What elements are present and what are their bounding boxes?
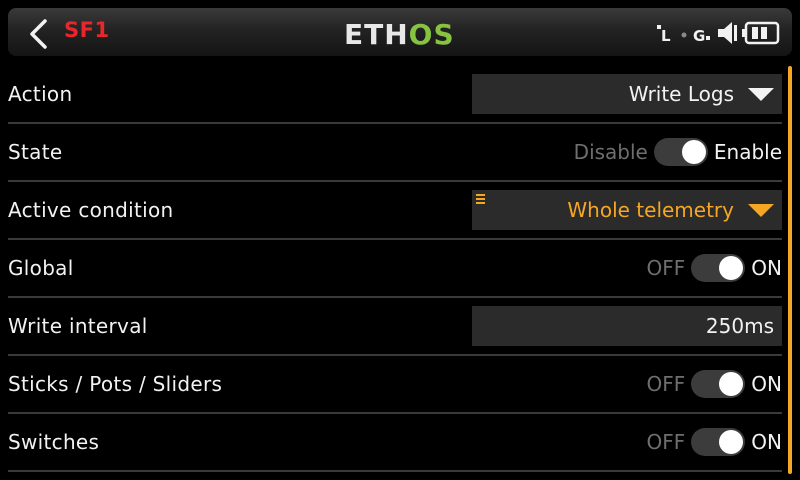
row-label: Write interval [8, 314, 148, 338]
write-interval-value: 250ms [705, 314, 774, 338]
toggle-switch[interactable] [691, 254, 746, 282]
state-toggle[interactable]: Disable Enable [574, 136, 782, 168]
active-condition-value: Whole telemetry [567, 198, 734, 222]
row-sticks-pots-sliders: Sticks / Pots / Sliders OFF ON [8, 356, 782, 414]
gps-g-icon: G [693, 27, 710, 44]
options-menu-icon[interactable] [476, 194, 485, 204]
active-condition-dropdown[interactable]: Whole telemetry [472, 190, 782, 230]
toggle-on-label: ON [751, 430, 782, 454]
settings-list: Action Write Logs State Disable Enable A… [0, 66, 788, 472]
header-bar: SF1 ETHOS L G [8, 8, 792, 56]
switches-toggle[interactable]: OFF ON [647, 426, 782, 458]
row-label: Action [8, 82, 73, 106]
svg-text:L: L [661, 27, 671, 44]
back-button[interactable] [18, 14, 58, 54]
toggle-switch[interactable] [691, 428, 746, 456]
row-label: Global [8, 256, 74, 280]
row-switches: Switches OFF ON [8, 414, 782, 472]
scrollbar[interactable] [788, 66, 792, 474]
row-label: Sticks / Pots / Sliders [8, 372, 223, 396]
top-header: SF1 ETHOS L G [0, 0, 800, 62]
row-label: Active condition [8, 198, 174, 222]
dot-separator-icon [681, 32, 687, 38]
status-icons: L G [656, 18, 780, 48]
svg-text:G: G [693, 27, 705, 44]
row-active-condition: Active condition Whole telemetry [8, 182, 782, 240]
speaker-icon [718, 22, 737, 44]
toggle-on-label: Enable [713, 140, 782, 164]
toggle-knob [719, 430, 744, 454]
toggle-knob [719, 372, 744, 396]
dropdown-arrow-icon [748, 203, 774, 217]
toggle-off-label: OFF [646, 256, 686, 280]
toggle-switch[interactable] [691, 370, 746, 398]
toggle-knob [681, 140, 706, 164]
row-action: Action Write Logs [8, 66, 782, 124]
toggle-off-label: Disable [573, 140, 648, 164]
action-value: Write Logs [628, 82, 734, 106]
toggle-off-label: OFF [646, 430, 686, 454]
row-label: Switches [8, 430, 100, 454]
global-toggle[interactable]: OFF ON [647, 252, 782, 284]
row-global: Global OFF ON [8, 240, 782, 298]
logging-l-icon: L [657, 25, 671, 44]
write-interval-field[interactable]: 250ms [472, 306, 782, 346]
page-title: SF1 [64, 18, 110, 42]
row-label: State [8, 140, 63, 164]
action-dropdown[interactable]: Write Logs [472, 74, 782, 114]
toggle-on-label: ON [751, 256, 782, 280]
toggle-switch[interactable] [653, 138, 708, 166]
dropdown-arrow-icon [748, 87, 774, 101]
sticks-pots-sliders-toggle[interactable]: OFF ON [647, 368, 782, 400]
ethos-logo: ETHOS [344, 18, 455, 51]
battery-icon [742, 21, 780, 45]
toggle-knob [719, 256, 744, 280]
toggle-off-label: OFF [646, 372, 686, 396]
chevron-left-icon [30, 19, 47, 49]
row-write-interval: Write interval 250ms [8, 298, 782, 356]
row-state: State Disable Enable [8, 124, 782, 182]
toggle-on-label: ON [751, 372, 782, 396]
